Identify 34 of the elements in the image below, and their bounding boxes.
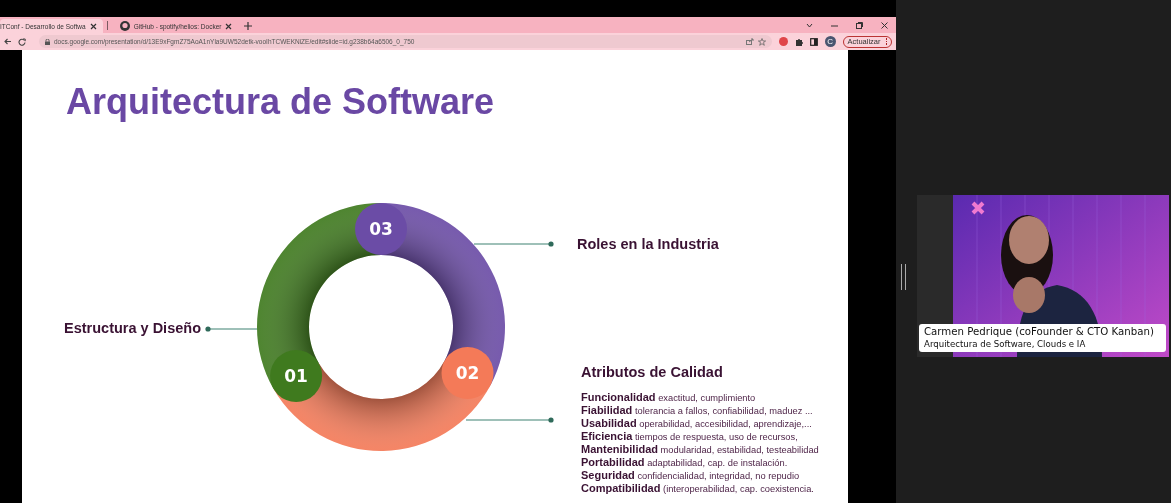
chevron-icon[interactable]: [806, 23, 813, 28]
back-icon[interactable]: [4, 38, 11, 45]
attribute-line: Fiabilidad tolerancia a fallos, confiabilidad, maduez ...: [581, 404, 814, 417]
number-label: 03: [369, 219, 393, 239]
attribute-line: Funcionalidad exactitud, cumplimiento: [581, 391, 757, 404]
attribute-line: Usabilidad operabilidad, accesibilidad, aprendizaje,...: [581, 417, 813, 430]
attribute-line: Portabilidad adaptabilidad, cap. de instalación.: [581, 456, 789, 469]
restore-icon[interactable]: [856, 22, 863, 29]
close-icon[interactable]: [225, 22, 233, 30]
close-icon[interactable]: [881, 22, 888, 29]
share-icon[interactable]: [745, 38, 754, 45]
extension-icon[interactable]: [778, 37, 788, 46]
participant-name: Carmen Pedrique (coFounder & CTO Kanban): [924, 326, 1155, 338]
slide-title: Arquitectura de Software: [66, 81, 495, 123]
attribute-line: Compatibilidad (interoperabilidad, cap. coexistencia.: [581, 482, 815, 495]
puzzle-icon[interactable]: [794, 37, 803, 46]
participant-subtitle: Arquitectura de Software, Clouds e IA: [924, 338, 1087, 350]
attribute-line: Mantenibilidad modularidad, estabilidad, testeabilidad: [581, 443, 819, 456]
number-label: 02: [455, 363, 480, 383]
attribute-line: Seguridad confidencialidad, integridad, no repudio: [581, 469, 801, 482]
segment-heading: Atributos de Calidad: [581, 364, 723, 380]
attribute-line: Eficiencia tiempos de respuesta, uso de recursos,: [581, 430, 799, 443]
close-icon[interactable]: [89, 22, 97, 30]
star-icon[interactable]: [757, 37, 766, 46]
lock-icon: [45, 38, 50, 45]
segment-heading: Estructura y Diseño: [64, 320, 201, 336]
resize-handle[interactable]: [901, 264, 906, 290]
new-tab-icon[interactable]: [244, 22, 253, 30]
sidebar-icon[interactable]: [809, 37, 818, 46]
profile-avatar[interactable]: C: [824, 36, 836, 47]
reload-icon[interactable]: [18, 37, 26, 46]
number-label: 01: [284, 366, 308, 386]
leader-line: [205, 326, 259, 332]
segment-heading: Roles en la Industria: [577, 236, 719, 252]
